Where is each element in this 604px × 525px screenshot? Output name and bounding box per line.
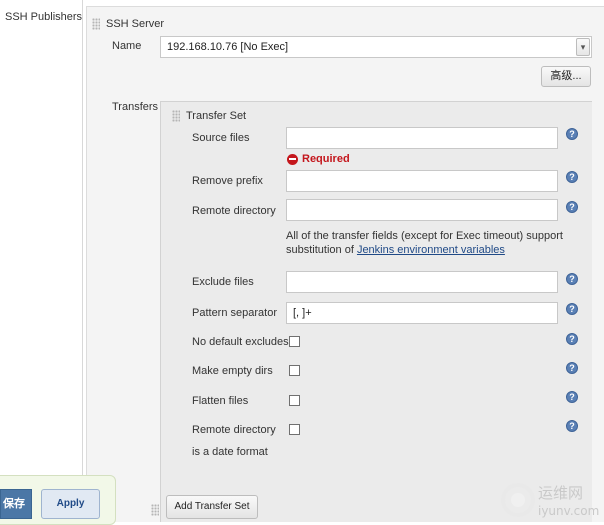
transfer-note-line2: substitution of Jenkins environment vari… bbox=[286, 244, 505, 256]
left-column bbox=[0, 0, 82, 522]
help-icon[interactable]: ? bbox=[566, 333, 578, 345]
source-files-input[interactable] bbox=[286, 127, 558, 149]
drag-handle-icon[interactable] bbox=[92, 18, 100, 30]
save-button[interactable]: 保存 bbox=[0, 489, 32, 519]
remote-directory-label: Remote directory bbox=[192, 205, 276, 217]
ssh-server-title: SSH Server bbox=[106, 18, 165, 30]
remote-dir-date-label: Remote directory bbox=[192, 424, 276, 436]
source-files-label: Source files bbox=[192, 132, 250, 144]
divider bbox=[82, 0, 83, 522]
remove-prefix-label: Remove prefix bbox=[192, 175, 263, 187]
pattern-separator-label: Pattern separator bbox=[192, 307, 277, 319]
drag-handle-icon bbox=[151, 504, 159, 516]
help-icon[interactable]: ? bbox=[566, 273, 578, 285]
exclude-files-label: Exclude files bbox=[192, 276, 254, 288]
exclude-files-input[interactable] bbox=[286, 271, 558, 293]
add-transfer-set-button[interactable]: Add Transfer Set bbox=[166, 495, 258, 519]
help-icon[interactable]: ? bbox=[566, 201, 578, 213]
help-icon[interactable]: ? bbox=[566, 128, 578, 140]
transfer-set-title: Transfer Set bbox=[186, 110, 247, 122]
pattern-separator-input[interactable]: [, ]+ bbox=[286, 302, 558, 324]
watermark-text-en: iyunv.com bbox=[538, 504, 599, 518]
remove-prefix-input[interactable] bbox=[286, 170, 558, 192]
flatten-files-checkbox[interactable] bbox=[289, 395, 300, 406]
help-icon[interactable]: ? bbox=[566, 391, 578, 403]
jenkins-env-vars-link[interactable]: Jenkins environment variables bbox=[357, 244, 505, 256]
chevron-down-icon[interactable]: ▾ bbox=[576, 38, 590, 56]
name-select-value: 192.168.10.76 [No Exec] bbox=[167, 41, 289, 53]
name-label: Name bbox=[112, 40, 142, 52]
apply-button[interactable]: Apply bbox=[41, 489, 100, 519]
transfer-note: All of the transfer fields (except for E… bbox=[286, 230, 563, 242]
help-icon[interactable]: ? bbox=[566, 303, 578, 315]
help-icon[interactable]: ? bbox=[566, 171, 578, 183]
section-label-ssh-publishers: SSH Publishers bbox=[5, 11, 83, 23]
no-default-excludes-checkbox[interactable] bbox=[289, 336, 300, 347]
flatten-files-label: Flatten files bbox=[192, 395, 249, 407]
name-select[interactable]: 192.168.10.76 [No Exec] ▾ bbox=[160, 36, 592, 58]
remote-directory-input[interactable] bbox=[286, 199, 558, 221]
remote-dir-date-label-2: is a date format bbox=[192, 446, 268, 458]
transfers-label: Transfers bbox=[112, 101, 159, 113]
no-default-excludes-label: No default excludes bbox=[192, 336, 289, 348]
watermark-text-cn: 运维网 bbox=[538, 484, 583, 502]
watermark-logo: 运维网 iyunv.com bbox=[501, 483, 599, 518]
error-icon bbox=[287, 154, 298, 165]
help-icon[interactable]: ? bbox=[566, 362, 578, 374]
make-empty-dirs-label: Make empty dirs bbox=[192, 365, 273, 377]
make-empty-dirs-checkbox[interactable] bbox=[289, 365, 300, 376]
advanced-button[interactable]: 高级... bbox=[541, 66, 591, 87]
required-message: Required bbox=[302, 153, 350, 165]
remote-dir-date-checkbox[interactable] bbox=[289, 424, 300, 435]
drag-handle-icon[interactable] bbox=[172, 110, 180, 122]
help-icon[interactable]: ? bbox=[566, 420, 578, 432]
